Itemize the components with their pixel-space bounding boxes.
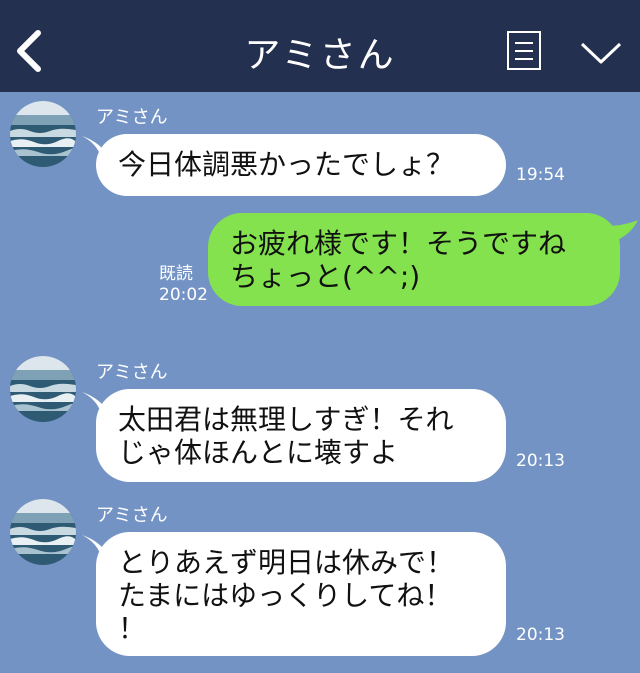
- message-time: 19:54: [516, 165, 565, 185]
- message-text-line: お疲れ様です！そうですね: [230, 227, 567, 260]
- chat-header: アミさん: [0, 0, 640, 92]
- incoming-message-bubble[interactable]: 今日体調悪かったでしょ？: [96, 134, 506, 196]
- incoming-message-bubble[interactable]: とりあえず明日は休みで！ たまにはゆっくりしてね！ ！: [96, 532, 506, 656]
- read-receipt: 既読 20:02: [159, 264, 208, 306]
- sea-wave-avatar-image: [10, 499, 76, 565]
- chevron-down-icon: [580, 42, 622, 64]
- message-time: 20:13: [516, 625, 565, 645]
- message-text-line: ちょっと(^^;): [230, 260, 421, 293]
- sea-wave-avatar-image: [10, 356, 76, 422]
- message-text: 今日体調悪かったでしょ？: [118, 148, 455, 181]
- outgoing-message-bubble[interactable]: お疲れ様です！そうですね ちょっと(^^;): [208, 213, 620, 306]
- sender-name: アミさん: [96, 107, 168, 128]
- chat-title: アミさん: [244, 35, 396, 76]
- menu-button[interactable]: [507, 31, 541, 70]
- message-text-line: 太田君は無理しすぎ！それ: [118, 403, 454, 436]
- avatar[interactable]: [10, 356, 76, 422]
- avatar[interactable]: [10, 101, 76, 167]
- message-text-line: とりあえず明日は休みで！: [118, 546, 455, 579]
- message-time: 20:13: [516, 451, 565, 471]
- sender-name: アミさん: [96, 362, 168, 383]
- incoming-message-bubble[interactable]: 太田君は無理しすぎ！それ じゃ体ほんとに壊すよ: [96, 389, 506, 482]
- sea-wave-avatar-image: [10, 101, 76, 167]
- message-time: 20:02: [159, 285, 208, 305]
- collapse-button[interactable]: [579, 40, 623, 66]
- message-text-line: じゃ体ほんとに壊すよ: [118, 436, 399, 469]
- message-text-line: たまにはゆっくりしてね！: [118, 579, 453, 612]
- message-text-line: ！: [118, 612, 147, 645]
- avatar[interactable]: [10, 499, 76, 565]
- read-status: 既読: [159, 264, 193, 284]
- sender-name: アミさん: [96, 505, 168, 526]
